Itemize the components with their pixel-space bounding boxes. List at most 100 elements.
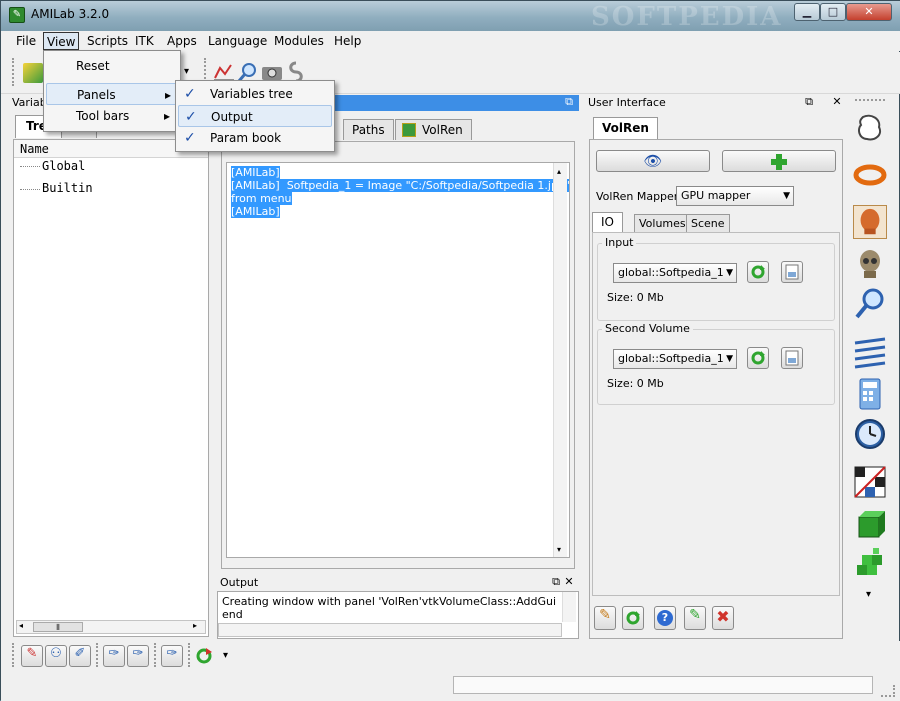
menu-itk[interactable]: ITK: [132, 32, 157, 50]
menu-scripts[interactable]: Scripts: [84, 32, 131, 50]
menu-help[interactable]: Help: [331, 32, 364, 50]
skull-icon[interactable]: [853, 247, 887, 281]
visibility-toggle-button[interactable]: 👁: [596, 150, 710, 172]
minimize-button[interactable]: ▁: [794, 3, 820, 21]
tab-volren-ui[interactable]: VolRen: [593, 117, 658, 140]
toolbar-grip[interactable]: [12, 58, 15, 86]
volren-mapper-select[interactable]: GPU mapper ▼: [676, 186, 794, 206]
toolbar-overflow-icon[interactable]: ▾: [184, 66, 189, 77]
float-output-icon[interactable]: ⧉: [550, 575, 562, 589]
close-ui-icon[interactable]: ✕: [831, 95, 843, 109]
settings-tool-button[interactable]: ✑: [161, 645, 183, 667]
slices-icon[interactable]: [853, 335, 887, 369]
horizontal-scrollbar[interactable]: ◂ ⦀ ▸: [16, 620, 206, 634]
bottom-toolbar-overflow-icon[interactable]: ▾: [223, 650, 228, 661]
checkmark-icon: ✓: [184, 130, 196, 146]
refresh-input-button[interactable]: [747, 261, 769, 283]
submenu-arrow-icon: ▸: [165, 88, 172, 102]
blob-shape-icon[interactable]: [853, 111, 887, 145]
tab-scene[interactable]: Scene: [686, 214, 730, 232]
float-panel-icon[interactable]: ⧉: [563, 95, 575, 109]
console-output[interactable]: [AMILab] [AMILab] Softpedia_1 = Image "C…: [226, 162, 570, 558]
resize-grip[interactable]: [881, 685, 895, 697]
scroll-right-arrow[interactable]: ▸: [193, 621, 197, 630]
wrench-tool-button[interactable]: ✑: [103, 645, 125, 667]
add-button[interactable]: [722, 150, 836, 172]
help-button[interactable]: ?: [654, 606, 676, 630]
title-bar: ✎ AMILab 3.2.0 SOFTPEDIA ▁ □ ✕: [1, 1, 900, 32]
edit-button[interactable]: ✎: [594, 606, 616, 630]
window-title: AMILab 3.2.0: [31, 7, 110, 21]
open-file-icon[interactable]: [23, 63, 43, 83]
menu-item-toolbars[interactable]: Tool bars ▸: [46, 105, 178, 127]
output-message: Creating window with panel 'VolRen'vtkVo…: [222, 595, 557, 621]
submenu-item-param-book[interactable]: ✓ Param book: [178, 127, 332, 149]
save-button[interactable]: ✎: [684, 606, 706, 630]
menu-language[interactable]: Language: [205, 32, 270, 50]
scroll-thumb[interactable]: ⦀: [33, 622, 83, 632]
close-output-icon[interactable]: ✕: [563, 575, 575, 589]
scroll-up-arrow[interactable]: ▴: [557, 165, 561, 178]
submenu-item-variables-tree[interactable]: ✓ Variables tree: [178, 83, 332, 105]
output-horizontal-scrollbar[interactable]: [218, 623, 562, 637]
side-toolbar-overflow-icon[interactable]: ▾: [866, 589, 871, 600]
toolbar-grip[interactable]: [154, 643, 157, 667]
script-tool-button[interactable]: ✐: [69, 645, 91, 667]
close-button[interactable]: ✕: [846, 3, 892, 21]
magnifier-icon[interactable]: [853, 287, 887, 321]
refresh-button[interactable]: [622, 606, 644, 630]
toolbar-grip[interactable]: [855, 99, 885, 101]
toolbar-grip[interactable]: [12, 643, 15, 667]
toolbar-grip[interactable]: [96, 643, 99, 667]
menu-apps[interactable]: Apps: [164, 32, 200, 50]
panels-submenu: ✓ Variables tree ✓ Output ✓ Param book: [175, 80, 335, 152]
toolbar-grip[interactable]: [188, 643, 191, 667]
menu-view[interactable]: View: [43, 32, 80, 50]
menu-item-toolbars-label: Tool bars: [76, 109, 130, 123]
reload-icon[interactable]: [195, 647, 213, 665]
float-ui-icon[interactable]: ⧉: [803, 95, 815, 109]
calculator-icon[interactable]: [853, 377, 887, 411]
tree-item-global[interactable]: Global: [42, 159, 85, 173]
tab-volumes[interactable]: Volumes: [634, 214, 691, 232]
head-render-icon[interactable]: [853, 205, 887, 239]
output-text-area[interactable]: Creating window with panel 'VolRen'vtkVo…: [217, 591, 579, 639]
second-volume-select[interactable]: global::Softpedia_1 ▼: [613, 349, 737, 369]
wrench-tool-button-2[interactable]: ✑: [127, 645, 149, 667]
menu-modules[interactable]: Modules: [271, 32, 327, 50]
scroll-left-arrow[interactable]: ◂: [19, 621, 23, 630]
camera-icon[interactable]: [261, 63, 283, 81]
menu-item-reset[interactable]: Reset: [46, 55, 178, 77]
input-volume-select[interactable]: global::Softpedia_1 ▼: [613, 263, 737, 283]
menu-item-panels[interactable]: Panels ▸: [46, 83, 178, 105]
submenu-item-output[interactable]: ✓ Output: [178, 105, 332, 127]
refresh-second-button[interactable]: [747, 347, 769, 369]
tab-io[interactable]: IO: [592, 212, 623, 232]
green-blocks-icon[interactable]: [853, 547, 887, 581]
open-input-button[interactable]: [781, 261, 803, 283]
delete-button[interactable]: ✖: [712, 606, 734, 630]
tree-item-builtin[interactable]: Builtin: [42, 181, 93, 195]
chevron-down-icon: ▼: [726, 268, 733, 278]
green-cube-icon[interactable]: [853, 507, 887, 541]
grid-icon[interactable]: [853, 465, 887, 499]
clock-icon[interactable]: [853, 417, 887, 451]
curve-plot-icon[interactable]: [213, 62, 235, 82]
maximize-button[interactable]: □: [820, 3, 846, 21]
scroll-down-arrow[interactable]: ▾: [557, 543, 561, 556]
working-area-frame: Working area [AMILab] [AMILab] Softpedia…: [221, 141, 575, 569]
output-vertical-scrollbar[interactable]: [562, 592, 576, 622]
open-second-button[interactable]: [781, 347, 803, 369]
torus-icon[interactable]: [853, 157, 887, 191]
draw-tool-button[interactable]: ✎: [21, 645, 43, 667]
menu-file[interactable]: File: [13, 32, 39, 50]
variables-tree[interactable]: Name Global Builtin ◂ ⦀ ▸: [13, 139, 209, 637]
console-scrollbar[interactable]: ▴ ▾: [553, 163, 567, 557]
pencil-icon: ✎: [599, 607, 611, 623]
tab-volren[interactable]: VolRen: [395, 119, 472, 140]
tree-tool-button[interactable]: ⚇: [45, 645, 67, 667]
tab-paths[interactable]: Paths: [343, 119, 394, 140]
brush-icon: ✎: [26, 646, 38, 661]
network-icon: ⚇: [50, 646, 62, 661]
chevron-down-icon: ▼: [726, 354, 733, 364]
